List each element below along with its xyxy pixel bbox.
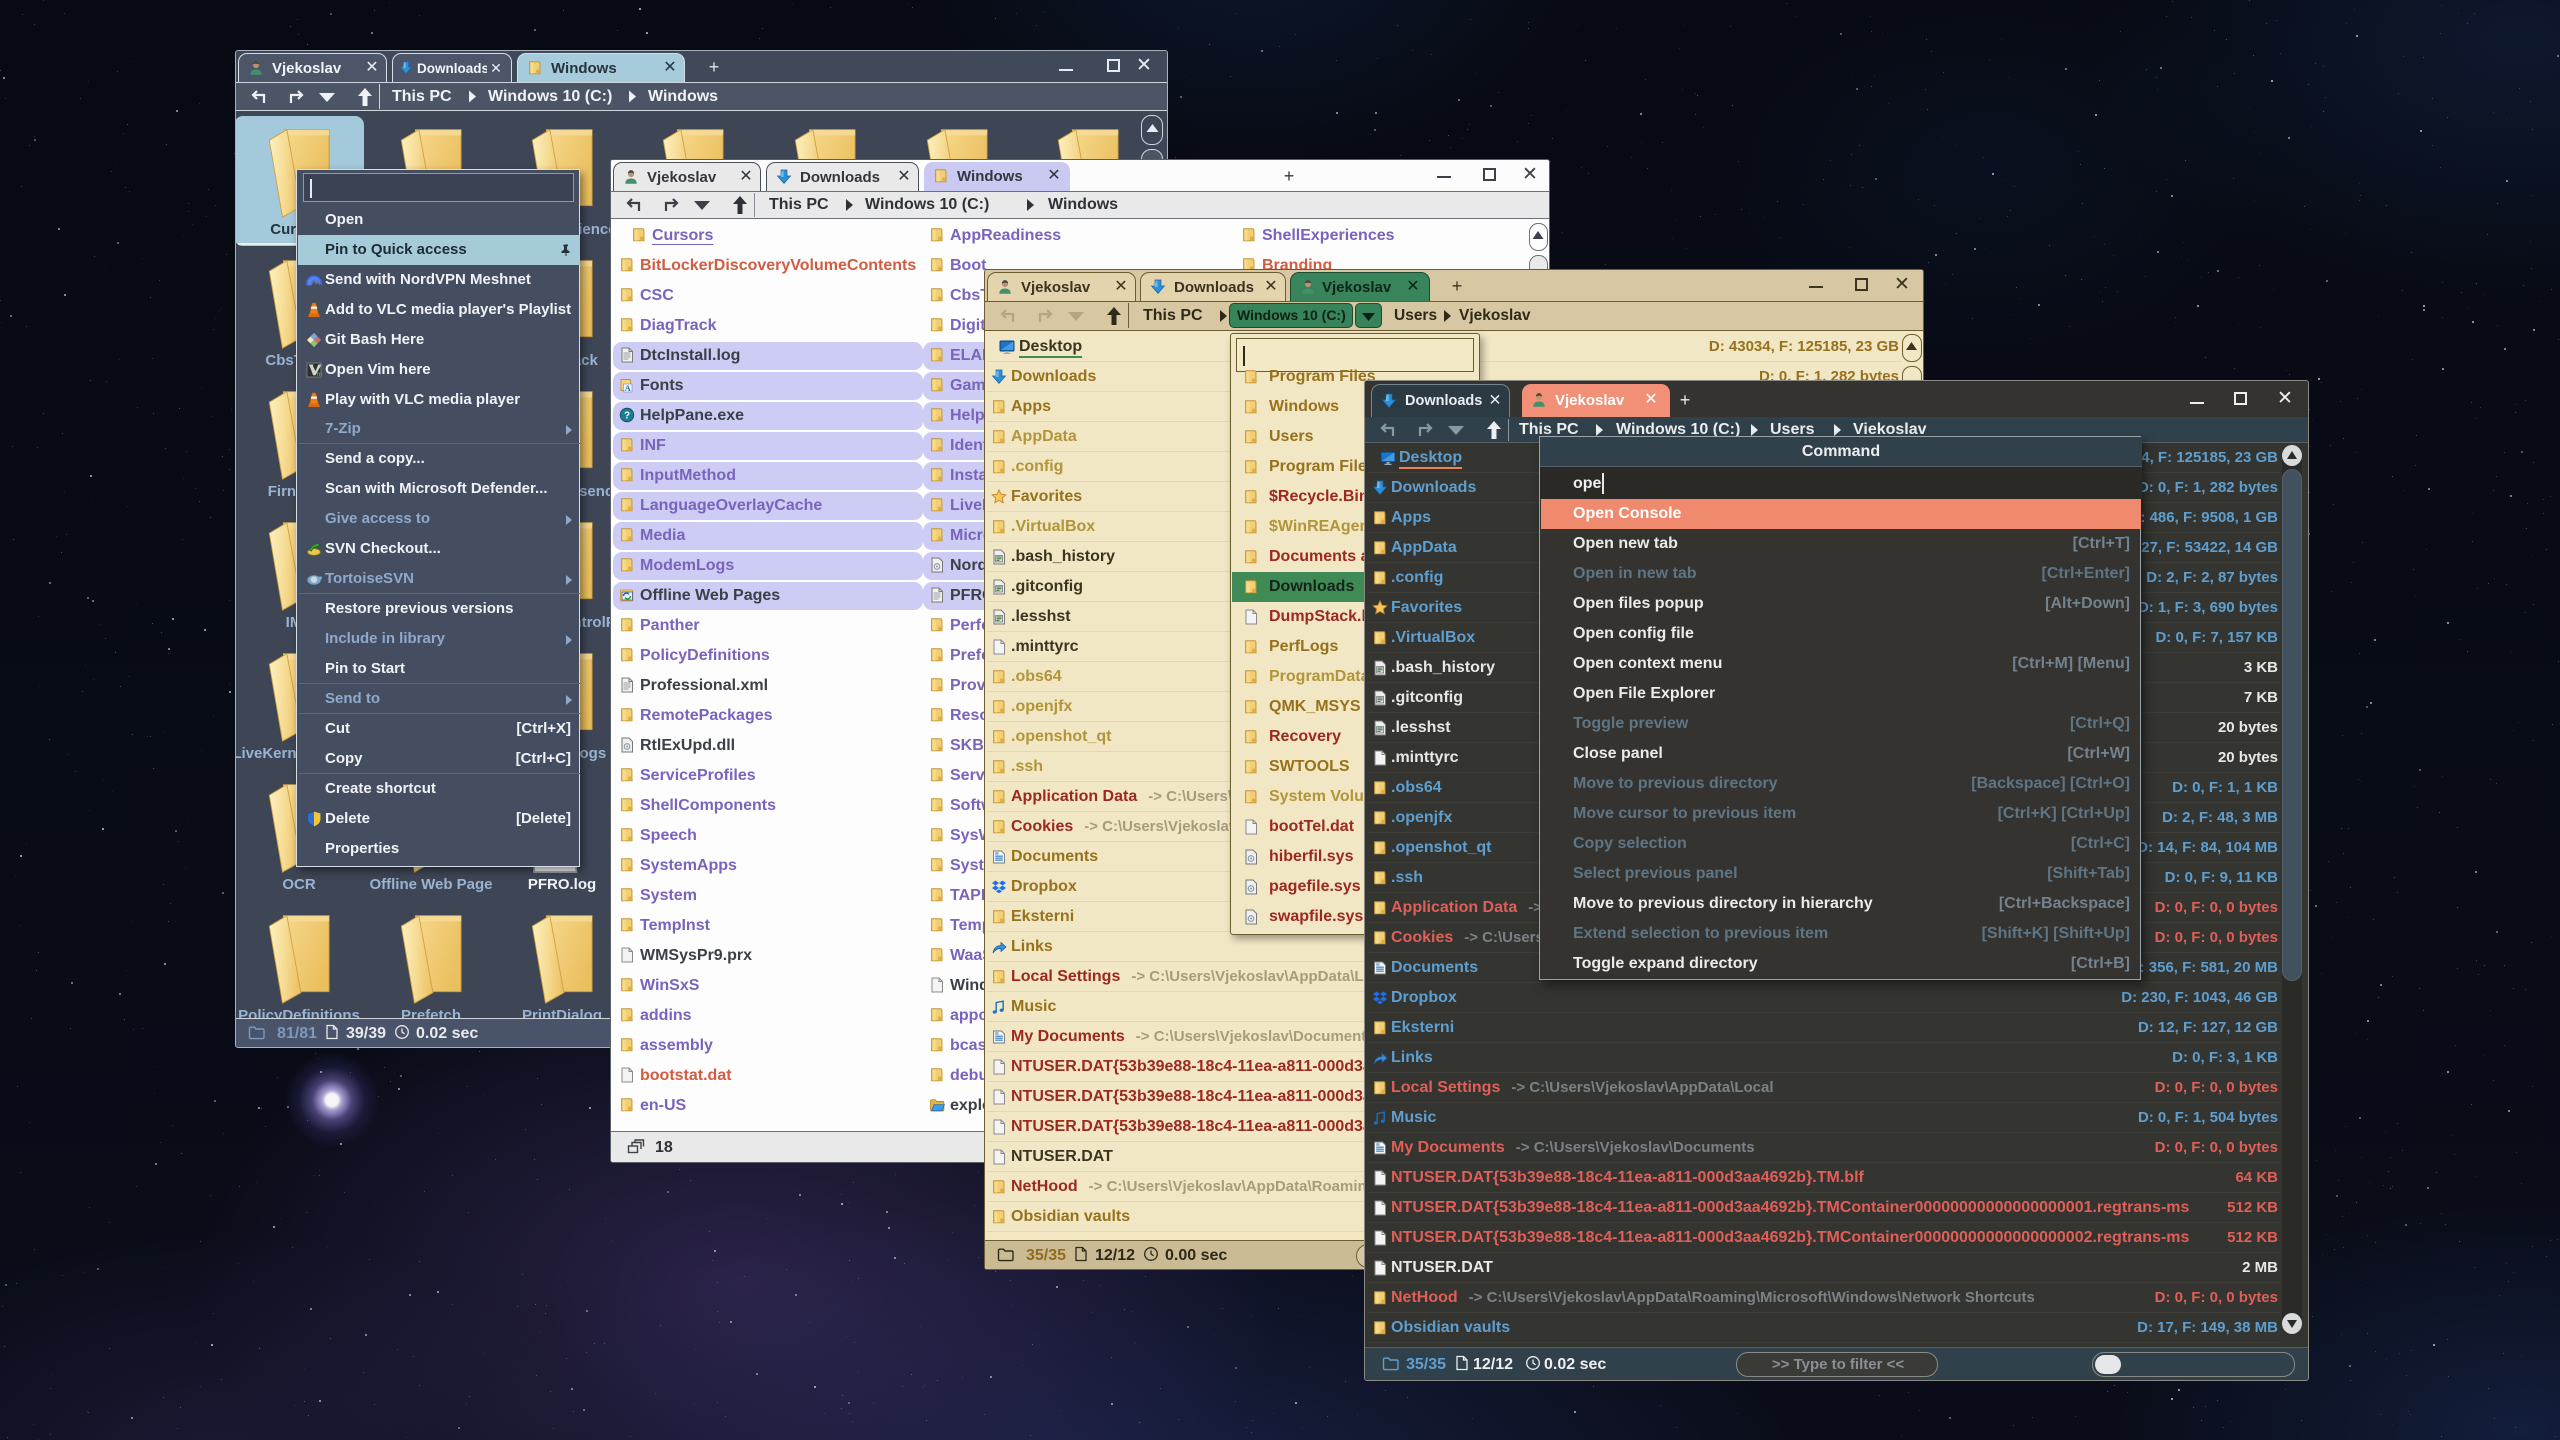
svg-text:A: A [625,384,631,393]
svg-text:?: ? [624,410,630,421]
svg-text:m: m [317,371,323,378]
